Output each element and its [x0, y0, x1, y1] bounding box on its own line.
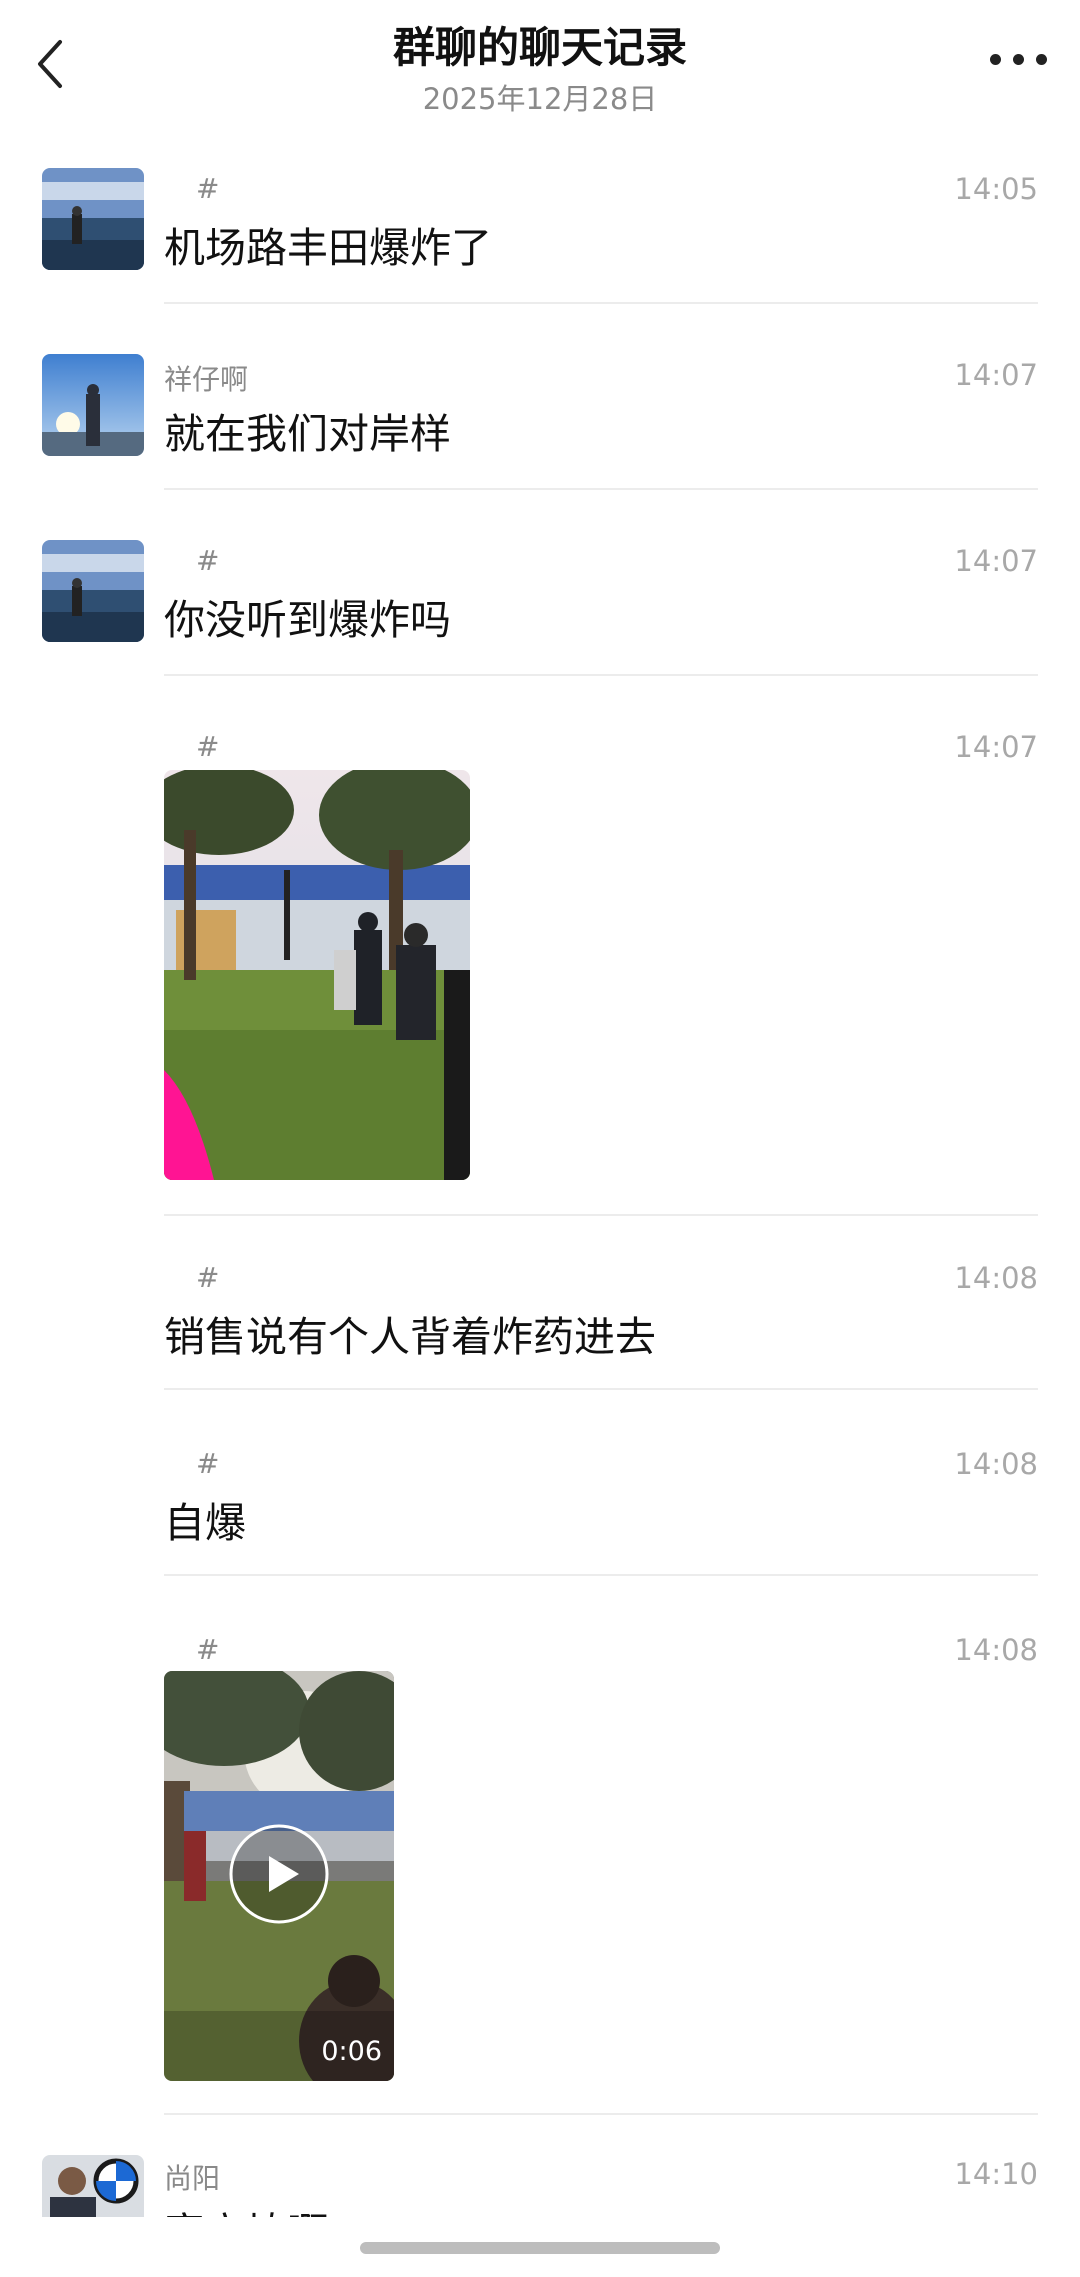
avatar[interactable] [42, 168, 144, 270]
video-duration: 0:06 [321, 2036, 382, 2067]
message-item[interactable]: # 14:08 自爆 [0, 1435, 1080, 1583]
message-time: 14:07 [954, 544, 1038, 578]
avatar[interactable] [42, 540, 144, 642]
sender-name: # [196, 1633, 220, 1666]
message-text: 你没听到爆炸吗 [164, 596, 451, 644]
message-time: 14:08 [954, 1261, 1038, 1295]
divider [164, 2113, 1038, 2115]
divider [164, 1574, 1038, 1576]
message-time: 14:05 [954, 172, 1038, 206]
message-text: 自爆 [164, 1499, 246, 1547]
page-date: 2025年12月28日 [422, 82, 658, 116]
message-time: 14:07 [954, 358, 1038, 392]
message-time: 14:08 [954, 1633, 1038, 1667]
sender-name: # [196, 730, 220, 763]
message-text: 就在我们对岸样 [164, 410, 451, 458]
video-thumbnail[interactable]: 0:06 [164, 1671, 394, 2081]
sender-name: # [196, 172, 220, 205]
divider [164, 1388, 1038, 1390]
header: 群聊的聊天记录 2025年12月28日 [0, 0, 1080, 140]
page-title: 群聊的聊天记录 [392, 23, 687, 72]
more-button[interactable] [988, 48, 1050, 72]
divider [164, 488, 1038, 490]
divider [164, 302, 1038, 304]
divider [164, 1214, 1038, 1216]
more-dots-icon [990, 54, 1001, 65]
message-item[interactable]: 祥仔啊 14:07 就在我们对岸样 [0, 346, 1080, 494]
photo-thumbnail[interactable] [164, 770, 470, 1180]
message-item[interactable]: 尚阳 14:10 寅立埴啊 [0, 2155, 1080, 2277]
message-time: 14:08 [954, 1447, 1038, 1481]
avatar[interactable] [42, 354, 144, 456]
sender-name: 祥仔啊 [164, 363, 249, 396]
divider [164, 674, 1038, 676]
message-time: 14:07 [954, 730, 1038, 764]
sender-name: # [196, 544, 220, 577]
avatar[interactable] [42, 2155, 144, 2225]
message-time: 14:10 [954, 2157, 1038, 2191]
message-item[interactable]: # 14:08 销售说有个人背着炸药进去 [0, 1249, 1080, 1397]
play-icon[interactable] [227, 1822, 331, 1926]
message-item[interactable]: # 14:07 [0, 718, 1080, 1216]
sender-name: 尚阳 [164, 2162, 221, 2195]
home-indicator[interactable] [360, 2242, 720, 2254]
message-item[interactable]: # 14:05 机场路丰田爆炸了 [0, 160, 1080, 308]
message-item[interactable]: # 14:07 你没听到爆炸吗 [0, 532, 1080, 680]
sender-name: # [196, 1447, 220, 1480]
message-text: 机场路丰田爆炸了 [164, 224, 492, 272]
message-item[interactable]: # 14:08 0:06 [0, 1621, 1080, 2121]
sender-name: # [196, 1261, 220, 1294]
message-text: 销售说有个人背着炸药进去 [164, 1313, 656, 1361]
